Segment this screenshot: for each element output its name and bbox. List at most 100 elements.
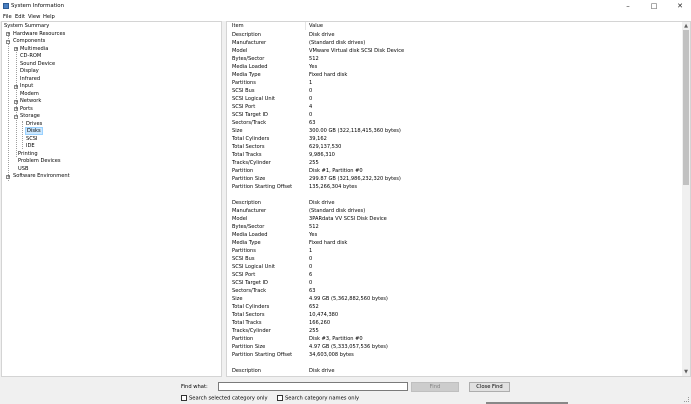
table-row[interactable]: Partition Disk #1, Partition #0: [227, 167, 682, 175]
table-row[interactable]: SCSI Target ID 0: [227, 279, 682, 287]
table-row[interactable]: Partition Starting Offset 34,603,008 byte…: [227, 351, 682, 359]
tree-item-cd-rom[interactable]: CD-ROM: [20, 53, 41, 60]
table-row[interactable]: Description Disk drive: [227, 31, 682, 39]
table-row[interactable]: Size 300.00 GB (322,118,415,360 bytes): [227, 127, 682, 135]
table-row[interactable]: Partition Size 299.87 GB (321,986,232,320…: [227, 175, 682, 183]
close-button[interactable]: ✕: [669, 0, 691, 12]
scroll-down-arrow-icon[interactable]: ▼: [682, 368, 690, 376]
tree-item-disks[interactable]: Disks: [25, 127, 43, 135]
details-list[interactable]: Item Value Description Disk drive Manufact…: [226, 21, 691, 377]
tree-item-display[interactable]: Display: [20, 68, 39, 75]
table-row[interactable]: SCSI Logical Unit 0: [227, 95, 682, 103]
table-row[interactable]: Sectors/Track 63: [227, 119, 682, 127]
table-row[interactable]: Model VMware Virtual disk SCSI Disk Devic…: [227, 47, 682, 55]
scrollbar-thumb[interactable]: [683, 30, 689, 185]
table-row[interactable]: Total Sectors 10,474,380: [227, 311, 682, 319]
table-row[interactable]: Bytes/Sector 512: [227, 55, 682, 63]
collapse-minus-icon[interactable]: −: [14, 114, 18, 119]
expand-plus-icon[interactable]: +: [14, 47, 18, 51]
item-cell: Bytes/Sector: [232, 56, 265, 62]
table-row[interactable]: Total Cylinders 652: [227, 303, 682, 311]
system-information-app-icon: [3, 3, 9, 9]
table-row[interactable]: Tracks/Cylinder 255: [227, 159, 682, 167]
maximize-button[interactable]: □: [643, 0, 665, 12]
tree-item-system-summary[interactable]: System Summary: [4, 23, 49, 30]
resize-grip-icon[interactable]: [684, 397, 689, 402]
table-row[interactable]: Manufacturer (Standard disk drives): [227, 207, 682, 215]
expand-plus-icon[interactable]: +: [14, 107, 18, 111]
menu-edit[interactable]: Edit: [15, 14, 25, 20]
vertical-scrollbar[interactable]: ▲ ▼: [682, 22, 690, 376]
table-row[interactable]: SCSI Bus 0: [227, 87, 682, 95]
tree-item-printing[interactable]: Printing: [18, 151, 38, 158]
table-row[interactable]: Total Tracks 9,986,310: [227, 151, 682, 159]
item-cell: Total Sectors: [232, 144, 265, 150]
table-row[interactable]: Description Disk drive: [227, 367, 682, 375]
tree-item-infrared[interactable]: Infrared: [20, 76, 40, 83]
expand-plus-icon[interactable]: +: [14, 99, 18, 104]
item-cell: SCSI Port: [232, 272, 256, 278]
minimize-button[interactable]: –: [617, 0, 639, 12]
table-row[interactable]: Media Loaded Yes: [227, 231, 682, 239]
tree-item-ide[interactable]: IDE: [26, 143, 35, 150]
find-button[interactable]: Find: [411, 382, 459, 392]
category-tree[interactable]: System Summary + Hardware Resources − Co…: [1, 21, 222, 377]
item-cell: Tracks/Cylinder: [232, 328, 271, 334]
tree-item-modem[interactable]: Modem: [20, 91, 39, 98]
table-row[interactable]: Partitions 1: [227, 247, 682, 255]
tree-item-sound-device[interactable]: Sound Device: [20, 61, 55, 68]
tree-item-problem-devices[interactable]: Problem Devices: [18, 158, 61, 165]
menu-help[interactable]: Help: [43, 14, 55, 20]
tree-line: [8, 33, 9, 181]
table-row[interactable]: Media Loaded Yes: [227, 63, 682, 71]
item-cell: Size: [232, 128, 243, 134]
value-cell: 4: [309, 104, 313, 110]
column-header-item[interactable]: Item: [232, 22, 244, 30]
table-row[interactable]: Partition Starting Offset 135,266,304 byt…: [227, 183, 682, 191]
table-row[interactable]: SCSI Logical Unit 0: [227, 263, 682, 271]
expand-plus-icon[interactable]: +: [6, 174, 10, 179]
column-divider[interactable]: [305, 22, 306, 30]
value-cell: 9,986,310: [309, 152, 335, 158]
table-row[interactable]: Partition Disk #3, Partition #0: [227, 335, 682, 343]
table-row[interactable]: Description Disk drive: [227, 199, 682, 207]
table-row[interactable]: SCSI Port 4: [227, 103, 682, 111]
title-bar: System Information – □ ✕: [0, 0, 691, 12]
value-cell: 255: [309, 328, 319, 334]
close-find-button[interactable]: Close Find: [469, 382, 510, 392]
value-cell: Disk #1, Partition #0: [309, 168, 363, 174]
search-category-names-checkbox[interactable]: Search category names only: [277, 395, 359, 402]
table-row[interactable]: Partition Size 4.97 GB (5,333,057,536 byt…: [227, 343, 682, 351]
table-row[interactable]: Tracks/Cylinder 255: [227, 327, 682, 335]
table-row[interactable]: Total Sectors 629,137,530: [227, 143, 682, 151]
table-row[interactable]: Manufacturer (Standard disk drives): [227, 39, 682, 47]
value-cell: Yes: [309, 232, 318, 238]
collapse-minus-icon[interactable]: −: [6, 39, 10, 44]
table-row[interactable]: Media Type Fixed hard disk: [227, 71, 682, 79]
table-row[interactable]: Model 3PARdata VV SCSI Disk Device: [227, 215, 682, 223]
expand-plus-icon[interactable]: +: [6, 32, 10, 36]
checkbox-icon: [277, 395, 283, 401]
table-row[interactable]: SCSI Port 6: [227, 271, 682, 279]
table-row[interactable]: SCSI Target ID 0: [227, 111, 682, 119]
table-row[interactable]: Size 4.99 GB (5,362,882,560 bytes): [227, 295, 682, 303]
scroll-up-arrow-icon[interactable]: ▲: [682, 22, 690, 30]
menu-file[interactable]: File: [3, 14, 12, 20]
table-row[interactable]: SCSI Bus 0: [227, 255, 682, 263]
table-row[interactable]: Total Cylinders 39,162: [227, 135, 682, 143]
table-row[interactable]: Partitions 1: [227, 79, 682, 87]
table-row[interactable]: Total Tracks 166,260: [227, 319, 682, 327]
value-cell: 3PARdata VV SCSI Disk Device: [309, 216, 387, 222]
table-row[interactable]: Bytes/Sector 512: [227, 223, 682, 231]
table-row[interactable]: Media Type Fixed hard disk: [227, 239, 682, 247]
column-header-value[interactable]: Value: [309, 22, 323, 30]
value-cell: 1: [309, 248, 313, 254]
find-what-input[interactable]: [218, 382, 408, 391]
item-cell: Partition Starting Offset: [232, 352, 293, 358]
tree-item-scsi[interactable]: SCSI: [26, 136, 38, 143]
search-selected-category-checkbox[interactable]: Search selected category only: [181, 395, 268, 402]
expand-plus-icon[interactable]: +: [14, 84, 18, 89]
table-row[interactable]: Sectors/Track 63: [227, 287, 682, 295]
tree-item-usb[interactable]: USB: [18, 166, 28, 173]
menu-view[interactable]: View: [28, 14, 40, 20]
